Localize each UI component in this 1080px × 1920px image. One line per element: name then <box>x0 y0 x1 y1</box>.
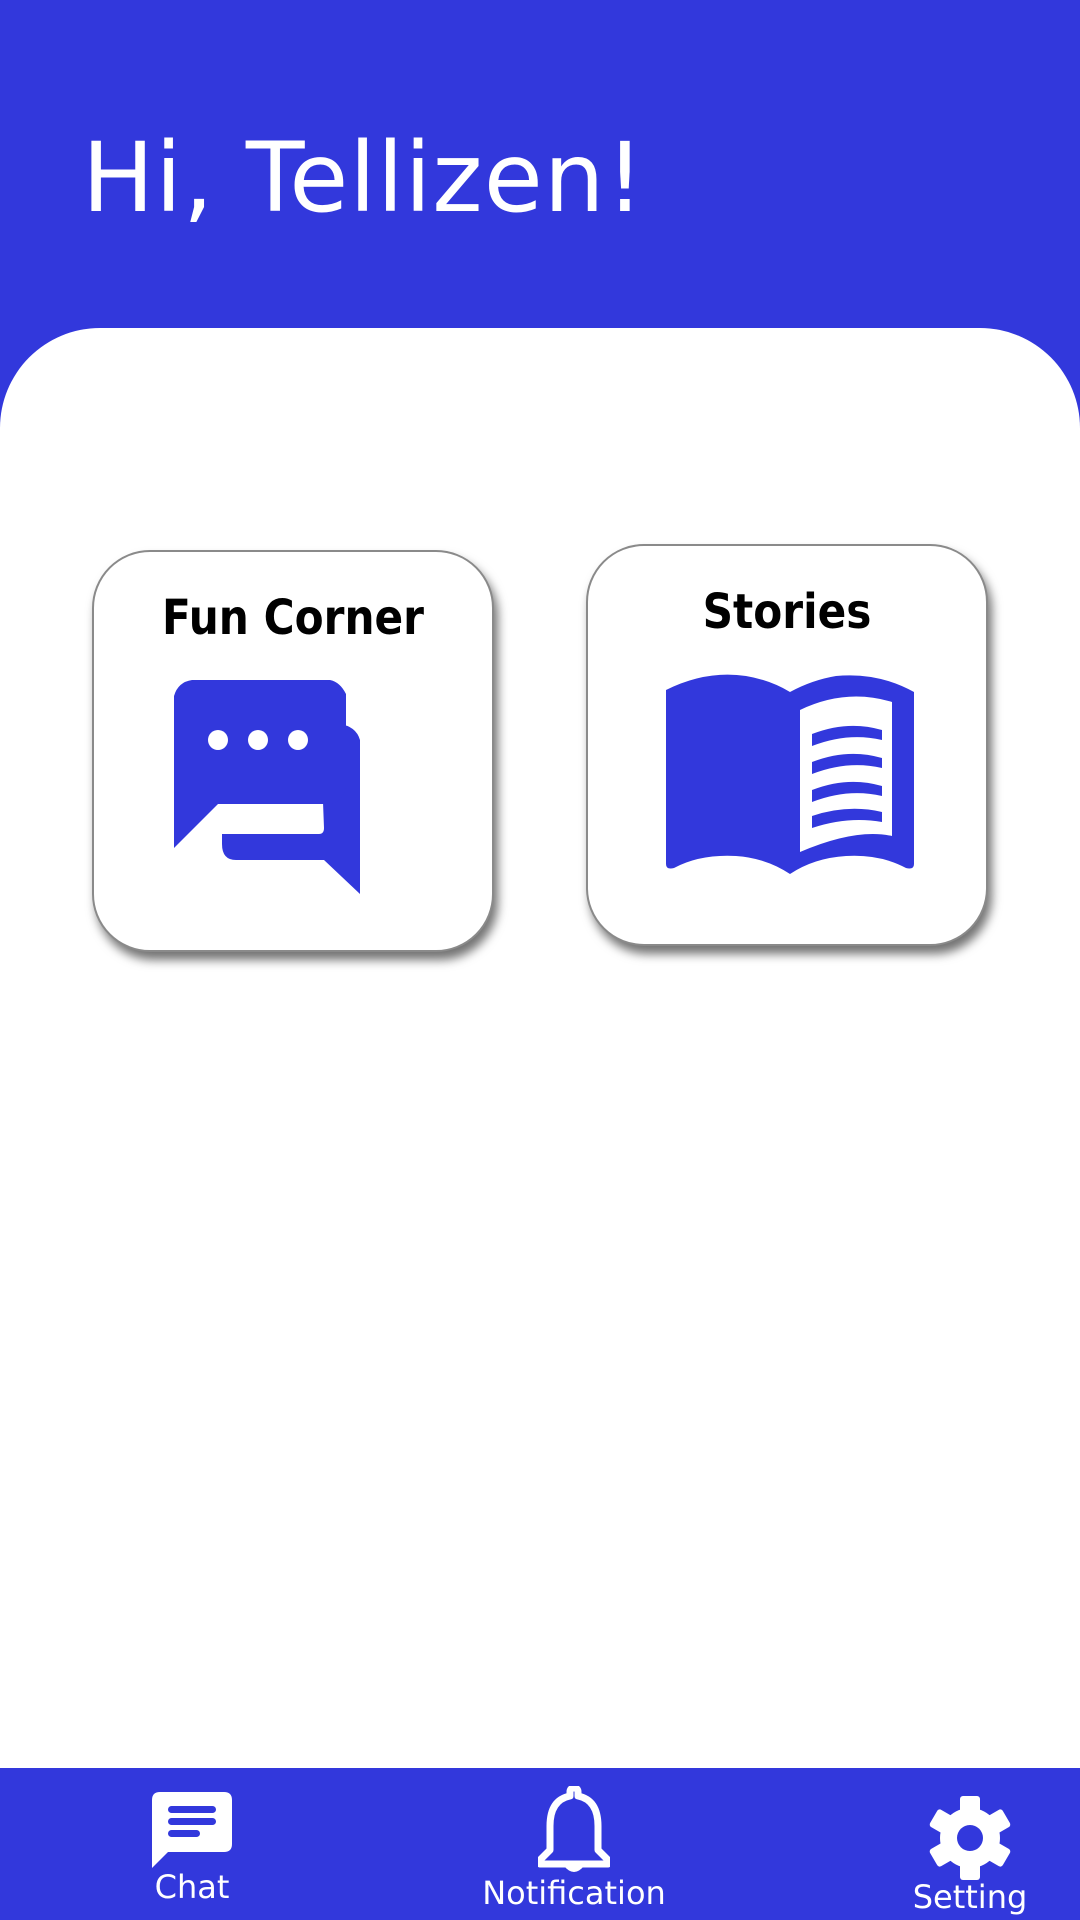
bottom-navigation: Chat Notification Setting <box>0 1768 1080 1920</box>
gear-icon <box>929 1796 1011 1880</box>
open-book-icon <box>666 674 914 874</box>
nav-chat[interactable]: Chat <box>120 1768 264 1920</box>
bell-icon <box>538 1786 610 1872</box>
stories-card[interactable]: Stories <box>586 544 988 946</box>
nav-setting[interactable]: Setting <box>900 1768 1040 1920</box>
stories-title: Stories <box>702 584 872 640</box>
nav-notification[interactable]: Notification <box>474 1768 674 1920</box>
nav-chat-label: Chat <box>154 1868 230 1906</box>
nav-setting-label: Setting <box>912 1878 1028 1916</box>
chat-bubbles-icon <box>174 680 360 894</box>
chat-icon <box>152 1792 232 1868</box>
main-content: Fun Corner Stories <box>0 328 1080 1768</box>
greeting-title: Hi, Tellizen! <box>82 122 646 234</box>
fun-corner-title: Fun Corner <box>161 590 424 646</box>
nav-notification-label: Notification <box>482 1874 666 1912</box>
fun-corner-card[interactable]: Fun Corner <box>92 550 494 952</box>
